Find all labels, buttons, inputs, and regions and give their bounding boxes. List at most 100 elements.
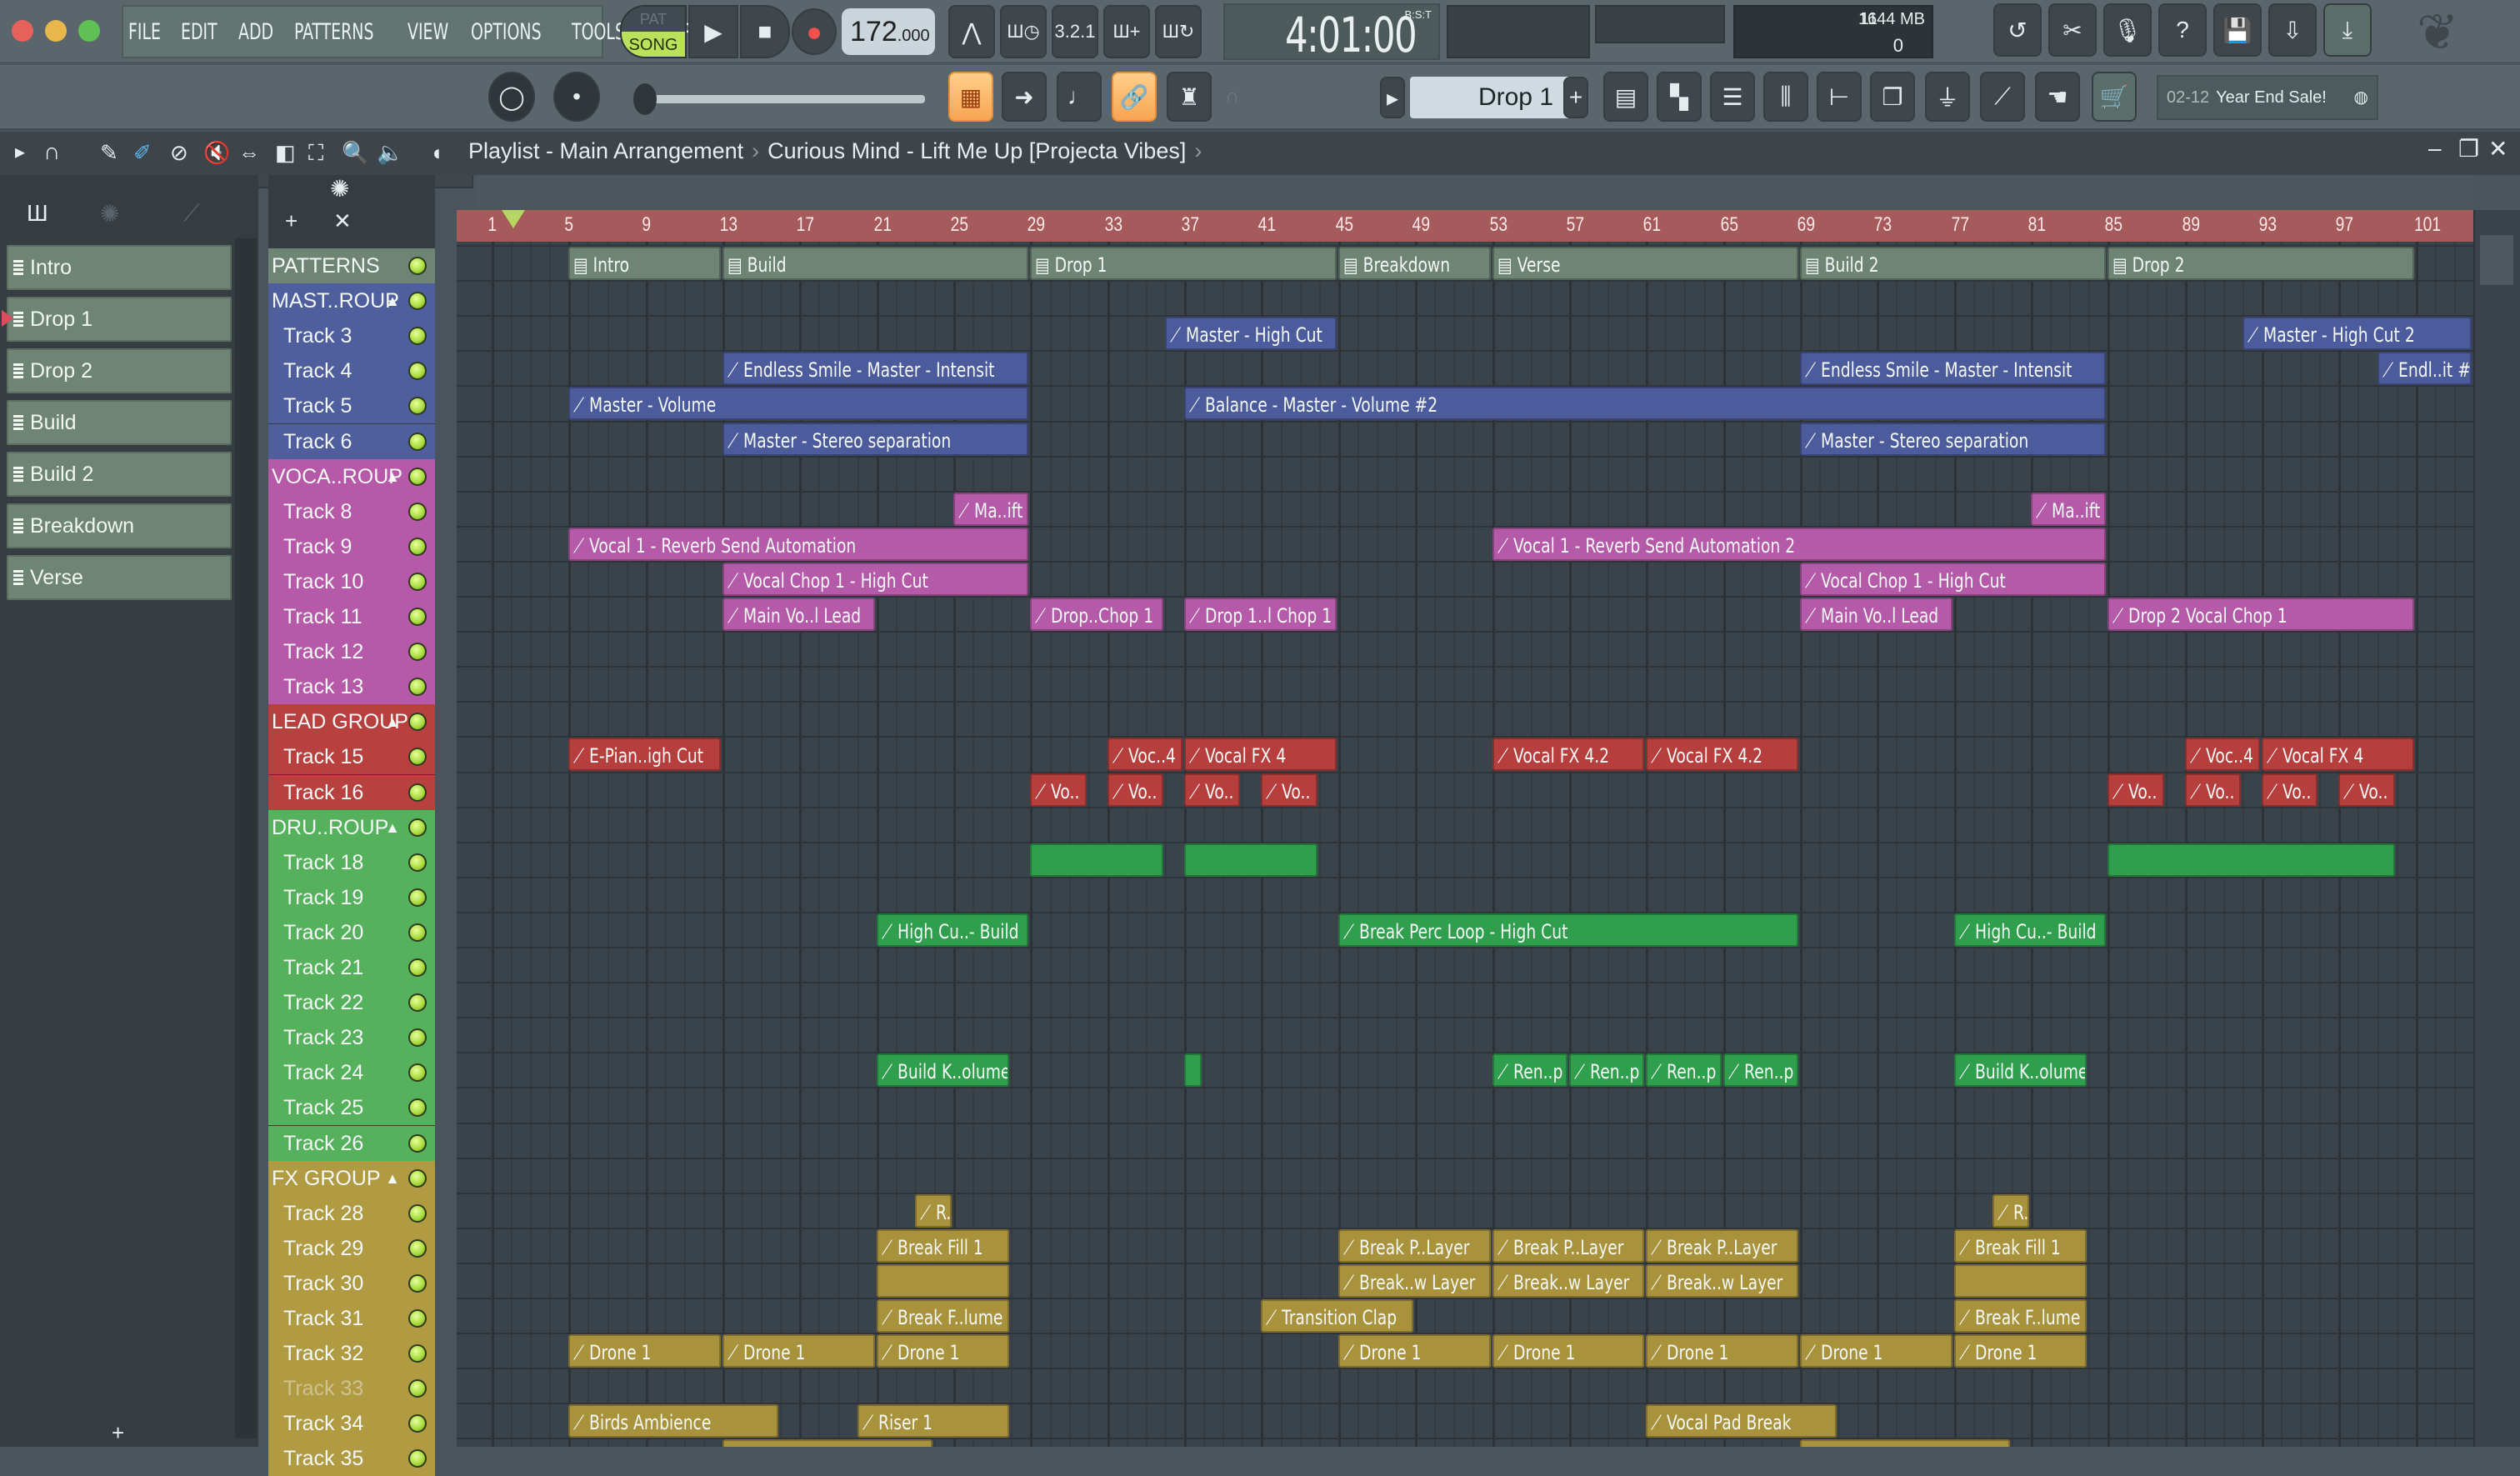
track-mute-led[interactable]: [408, 783, 427, 802]
playlist-clip[interactable]: ⟋ Ren..p: [1568, 1053, 1645, 1088]
playlist-clip[interactable]: ⟋ Vo..: [2338, 773, 2395, 807]
playlist-clip[interactable]: ⟋ E-Pian..igh Cut: [568, 738, 722, 772]
playlist-clip[interactable]: ⟋ Drone 1: [876, 1334, 1010, 1368]
arrangement-section-clip[interactable]: ▤ Verse: [1492, 247, 1798, 280]
delete-tool-icon[interactable]: ⊘: [170, 140, 188, 166]
playlist-clip[interactable]: ⟋ Drone 1: [1492, 1334, 1645, 1368]
help-icon[interactable]: ?: [2158, 3, 2207, 57]
track-mute-led[interactable]: [408, 362, 427, 381]
playlist-clip[interactable]: ⟋ Endless Smile - Master - Intensit: [722, 352, 1029, 386]
select-tool-icon[interactable]: ⛶: [308, 140, 323, 167]
touch-controller-icon[interactable]: ⟋: [1980, 72, 2025, 122]
pattern-selector[interactable]: Drop 1: [1410, 77, 1577, 118]
playlist-clip[interactable]: ⟋ Riser 1: [857, 1404, 1010, 1438]
export-wave-icon[interactable]: ⇩: [2268, 3, 2317, 57]
browser-icon[interactable]: ❐: [1870, 72, 1915, 122]
pattern-item[interactable]: Intro: [7, 245, 232, 290]
playlist-clip[interactable]: ⟋ Drone 1: [568, 1334, 722, 1368]
track-mute-led[interactable]: [408, 1063, 427, 1083]
track-mute-led[interactable]: [408, 432, 427, 451]
track-header[interactable]: Track 12: [268, 634, 435, 670]
pattern-item[interactable]: Drop 2: [7, 348, 232, 393]
track-mute-led[interactable]: [408, 713, 427, 732]
playlist-clip[interactable]: ⟋ Master - Stereo separation: [1799, 422, 2107, 456]
channel-routing-icon[interactable]: ⊢: [1817, 72, 1862, 122]
menu-file[interactable]: FILE: [128, 19, 161, 45]
wait-for-input-icon[interactable]: Ш◷: [1000, 5, 1047, 58]
track-mute-led[interactable]: [408, 1028, 427, 1048]
stop-button[interactable]: ■: [740, 5, 790, 58]
playlist-clip[interactable]: ⟋ Ren..p: [1492, 1053, 1568, 1088]
channel-rack-icon[interactable]: ☰: [1710, 72, 1755, 122]
track-mute-led[interactable]: [408, 748, 427, 767]
arrangement-section-clip[interactable]: ▤ Breakdown: [1338, 247, 1491, 280]
playlist-clip[interactable]: ⟋ Build K..olume: [1953, 1053, 2088, 1088]
arrangement-section-clip[interactable]: ▤ Drop 2: [2108, 247, 2414, 280]
track-group-header[interactable]: FX GROUP ▲: [268, 1160, 435, 1196]
countdown-icon[interactable]: 3.2.1: [1052, 5, 1098, 58]
playlist-clip[interactable]: ⟋ Endl..it #2: [2377, 352, 2472, 386]
playlist-clip[interactable]: ⟋ Vocal FX 4: [2262, 738, 2414, 772]
slip-tool-icon[interactable]: ⇔: [238, 140, 260, 166]
playlist-clip[interactable]: ⟋ Drone 1: [722, 1334, 875, 1368]
playlist-clip[interactable]: ⟋ Break Perc Loop - High Cut: [1338, 913, 1798, 947]
track-header[interactable]: Track 23: [268, 1020, 435, 1056]
playlist-clip[interactable]: ⟋ Vo..: [2262, 773, 2318, 807]
menu-add[interactable]: ADD: [238, 19, 273, 45]
save-icon[interactable]: 💾: [2213, 3, 2262, 57]
paint-tool-icon[interactable]: ✐: [133, 140, 152, 166]
main-pitch-knob[interactable]: •: [553, 72, 600, 122]
track-header[interactable]: Track 3: [268, 318, 435, 354]
add-track-icon[interactable]: +: [285, 208, 298, 234]
collapse-arrow-icon[interactable]: ▲: [385, 283, 400, 318]
playlist-clip[interactable]: ⟋ Break P..Layer: [1646, 1228, 1798, 1263]
track-mute-led[interactable]: [408, 537, 427, 556]
menu-tools[interactable]: TOOLS: [572, 19, 625, 45]
playback-tool-icon[interactable]: 🔈: [377, 140, 403, 166]
pat-song-toggle[interactable]: PAT SONG: [620, 5, 687, 58]
undo-icon[interactable]: ↺: [1993, 3, 2042, 57]
track-group-header[interactable]: LEAD GROUP ▲: [268, 704, 435, 740]
playlist-clip[interactable]: ⟋ Ren..p: [1722, 1053, 1798, 1088]
close-icon[interactable]: ✕: [333, 208, 352, 234]
track-header[interactable]: Track 33: [268, 1371, 435, 1407]
track-mute-led[interactable]: [408, 257, 427, 275]
shop-cart-icon[interactable]: 🛒: [2092, 72, 2137, 122]
track-mute-led[interactable]: [408, 467, 427, 486]
track-mute-led[interactable]: [408, 853, 427, 872]
vertical-scrollbar[interactable]: [2473, 210, 2520, 1447]
song-mode-label[interactable]: SONG: [622, 32, 685, 57]
track-mute-led[interactable]: [408, 1344, 427, 1363]
scrollbar-thumb[interactable]: [2480, 235, 2513, 285]
playlist-clip[interactable]: ⟋ R..: [1992, 1193, 2029, 1228]
track-header[interactable]: Track 30: [268, 1265, 435, 1301]
playlist-clip[interactable]: ⟋ R..: [914, 1193, 952, 1228]
pattern-prev-button[interactable]: ▸: [1380, 77, 1405, 118]
track-header[interactable]: Track 24: [268, 1055, 435, 1091]
menu-edit[interactable]: EDIT: [181, 19, 218, 45]
minimize-playlist-button[interactable]: –: [2428, 135, 2442, 162]
piano-roll-icon[interactable]: ▚: [1657, 72, 1702, 122]
collapse-arrow-icon[interactable]: ▲: [385, 704, 400, 739]
track-header[interactable]: Track 22: [268, 985, 435, 1021]
collapse-arrow-icon[interactable]: ▲: [385, 1161, 400, 1196]
menu-options[interactable]: OPTIONS: [471, 19, 542, 45]
draw-tool-icon[interactable]: ✎: [100, 140, 118, 166]
playlist-clip[interactable]: ⟋ High Cu..- Build: [876, 913, 1029, 947]
playlist-clip[interactable]: [2108, 843, 2395, 877]
pattern-item[interactable]: Drop 1: [2, 297, 232, 342]
minimize-window-button[interactable]: [45, 20, 67, 42]
magnet-snap-icon[interactable]: ∩: [43, 138, 60, 165]
arrangement-section-clip[interactable]: ▤ Intro: [568, 247, 722, 280]
track-header[interactable]: Track 4: [268, 353, 435, 389]
track-mute-led[interactable]: [408, 1133, 427, 1153]
playlist-clip[interactable]: ⟋ Vocal Pad Break: [1646, 1404, 1838, 1438]
track-header[interactable]: Track 18: [268, 844, 435, 880]
metronome-icon[interactable]: ⋀: [948, 5, 995, 58]
track-mute-led[interactable]: [408, 608, 427, 626]
track-header[interactable]: Track 21: [268, 950, 435, 985]
add-pattern-button[interactable]: +: [1563, 77, 1588, 118]
mute-tool-icon[interactable]: 🔇: [203, 140, 230, 166]
track-mute-led[interactable]: [408, 678, 427, 697]
loop-record-icon[interactable]: Ш↻: [1155, 5, 1202, 58]
